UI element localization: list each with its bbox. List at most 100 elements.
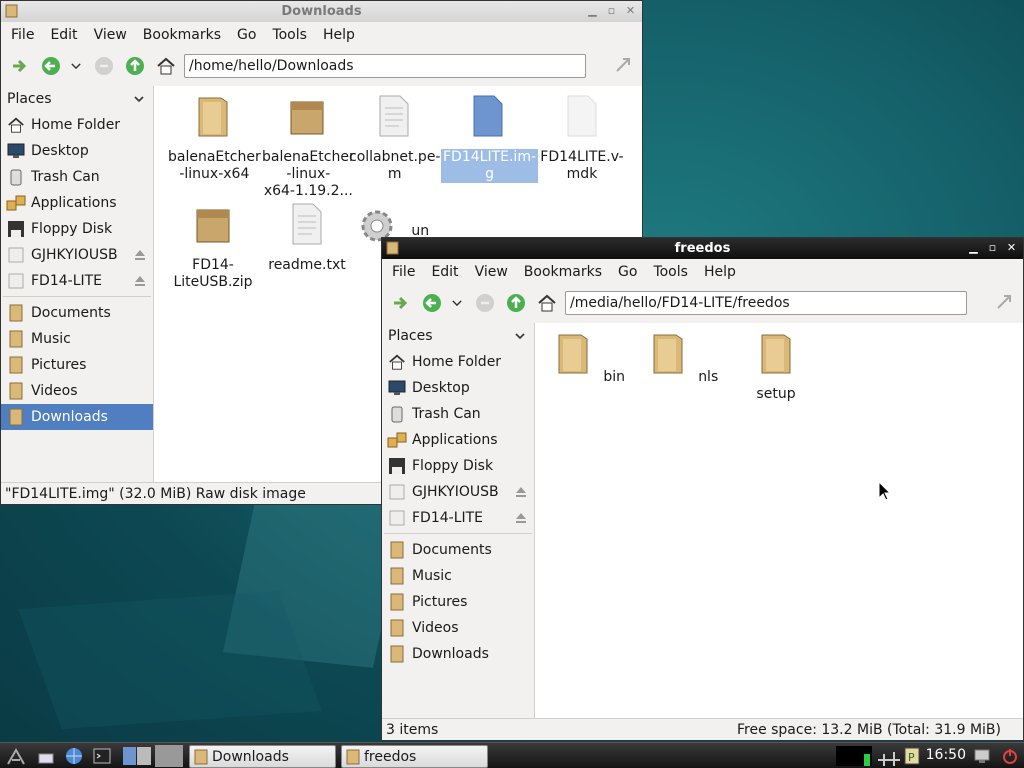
terminal-icon[interactable] xyxy=(92,746,112,766)
menu-go[interactable]: Go xyxy=(229,27,264,43)
forward-button[interactable] xyxy=(472,290,498,316)
show-desktop-icon[interactable] xyxy=(36,746,56,766)
sidebar-item-music[interactable]: Music xyxy=(1,326,153,352)
file-item[interactable]: bin xyxy=(541,329,635,386)
eject-icon[interactable] xyxy=(514,511,528,525)
file-item[interactable]: setup xyxy=(729,329,823,403)
back-button[interactable] xyxy=(38,53,64,79)
sidebar-item-gjhkyiousb[interactable]: GJHKYIOUSB xyxy=(1,242,153,268)
drive-icon xyxy=(5,245,27,265)
file-item[interactable]: FD14LITE.v-mdk xyxy=(535,92,629,183)
freedos-titlebar[interactable]: freedos ▁ ▫ ✕ xyxy=(382,238,1023,259)
sidebar-item-downloads[interactable]: Downloads xyxy=(382,641,534,667)
sidebar-item-pictures[interactable]: Pictures xyxy=(1,352,153,378)
menu-bookmarks[interactable]: Bookmarks xyxy=(516,264,610,280)
menu-tools[interactable]: Tools xyxy=(264,27,315,43)
menu-go[interactable]: Go xyxy=(610,264,645,280)
file-item-selected[interactable]: FD14LITE.im-g xyxy=(441,92,539,183)
task-freedos[interactable]: freedos xyxy=(341,745,488,768)
file-item[interactable]: FD14- LiteUSB.zip xyxy=(166,200,260,291)
menu-view[interactable]: View xyxy=(86,27,135,43)
back-button[interactable] xyxy=(419,290,445,316)
file-item[interactable]: nls xyxy=(635,329,729,386)
sidebar-item-applications[interactable]: Applications xyxy=(1,190,153,216)
sidebar-label: GJHKYIOUSB xyxy=(412,484,499,500)
sidebar-item-videos[interactable]: Videos xyxy=(382,615,534,641)
workspace-switcher-icon[interactable] xyxy=(122,746,152,766)
lock-screen-icon[interactable] xyxy=(972,746,992,766)
new-tab-button[interactable] xyxy=(388,290,414,316)
file-item[interactable]: balenaEtcher -linux-x64-1.19.2... xyxy=(260,92,355,200)
file-name: FD14- LiteUSB.zip xyxy=(173,257,253,290)
sidebar-item-downloads[interactable]: Downloads xyxy=(1,404,153,430)
menu-view[interactable]: View xyxy=(467,264,516,280)
sidebar-item-music[interactable]: Music xyxy=(382,563,534,589)
sidebar-item-trash[interactable]: Trash Can xyxy=(1,164,153,190)
path-input[interactable] xyxy=(184,54,586,78)
close-button[interactable]: ✕ xyxy=(623,3,638,18)
minimize-button[interactable]: ▁ xyxy=(966,240,981,255)
sidebar-item-documents[interactable]: Documents xyxy=(382,537,534,563)
sidebar-item-home[interactable]: Home Folder xyxy=(1,112,153,138)
applications-icon xyxy=(5,193,27,213)
network-icon[interactable] xyxy=(876,746,902,766)
start-menu-icon[interactable] xyxy=(6,746,26,766)
sidebar-item-videos[interactable]: Videos xyxy=(1,378,153,404)
disk-image-icon xyxy=(473,95,503,137)
menu-edit[interactable]: Edit xyxy=(42,27,85,43)
browser-icon[interactable] xyxy=(64,746,84,766)
workspace-2[interactable] xyxy=(155,745,183,767)
menu-file[interactable]: File xyxy=(384,264,423,280)
sidebar-item-pictures[interactable]: Pictures xyxy=(382,589,534,615)
sidebar-item-gjhkyiousb[interactable]: GJHKYIOUSB xyxy=(382,479,534,505)
eject-icon[interactable] xyxy=(133,248,147,262)
sidebar-item-home[interactable]: Home Folder xyxy=(382,349,534,375)
up-button[interactable] xyxy=(503,290,529,316)
clock[interactable]: 16:50 xyxy=(926,747,966,763)
menu-tools[interactable]: Tools xyxy=(645,264,696,280)
file-item[interactable]: balenaEtcher -linux-x64 xyxy=(166,92,261,183)
sidebar-item-desktop[interactable]: Desktop xyxy=(1,138,153,164)
task-downloads[interactable]: Downloads xyxy=(189,745,336,768)
history-dropdown[interactable] xyxy=(69,53,83,79)
clipboard-icon[interactable]: P xyxy=(903,746,921,766)
file-view[interactable]: bin nls setup xyxy=(535,323,1023,720)
downloads-titlebar[interactable]: Downloads ▁ ▫ ✕ xyxy=(1,1,642,22)
history-dropdown[interactable] xyxy=(450,290,464,316)
maximize-button[interactable]: ▫ xyxy=(985,240,1000,255)
sidebar-label: Desktop xyxy=(412,380,470,396)
places-header[interactable]: Places xyxy=(1,86,153,112)
sidebar-label: FD14-LITE xyxy=(412,510,484,526)
path-input[interactable] xyxy=(565,291,967,315)
sidebar-item-floppy[interactable]: Floppy Disk xyxy=(1,216,153,242)
file-item[interactable]: collabnet.pe-m xyxy=(347,92,441,183)
eject-icon[interactable] xyxy=(133,274,147,288)
places-header[interactable]: Places xyxy=(382,323,534,349)
forward-button[interactable] xyxy=(91,53,117,79)
sidebar-item-documents[interactable]: Documents xyxy=(1,300,153,326)
maximize-button[interactable]: ▫ xyxy=(604,3,619,18)
menu-edit[interactable]: Edit xyxy=(423,264,466,280)
home-button[interactable] xyxy=(534,290,560,316)
eject-icon[interactable] xyxy=(514,485,528,499)
minimize-button[interactable]: ▁ xyxy=(585,3,600,18)
go-icon[interactable] xyxy=(612,55,634,77)
up-button[interactable] xyxy=(122,53,148,79)
new-tab-button[interactable] xyxy=(7,53,33,79)
sidebar-item-trash[interactable]: Trash Can xyxy=(382,401,534,427)
close-button[interactable]: ✕ xyxy=(1004,240,1019,255)
go-icon[interactable] xyxy=(993,292,1015,314)
sidebar-item-fd14-lite[interactable]: FD14-LITE xyxy=(382,505,534,531)
menu-help[interactable]: Help xyxy=(315,27,363,43)
home-button[interactable] xyxy=(153,53,179,79)
menu-help[interactable]: Help xyxy=(696,264,744,280)
power-icon[interactable] xyxy=(1000,746,1020,766)
sidebar-item-fd14-lite[interactable]: FD14-LITE xyxy=(1,268,153,294)
menu-bookmarks[interactable]: Bookmarks xyxy=(135,27,229,43)
sidebar-item-applications[interactable]: Applications xyxy=(382,427,534,453)
sidebar-item-floppy[interactable]: Floppy Disk xyxy=(382,453,534,479)
freedos-window[interactable]: freedos ▁ ▫ ✕ File Edit View Bookmarks G… xyxy=(381,237,1024,741)
file-item[interactable]: readme.txt xyxy=(260,200,354,274)
sidebar-item-desktop[interactable]: Desktop xyxy=(382,375,534,401)
menu-file[interactable]: File xyxy=(3,27,42,43)
